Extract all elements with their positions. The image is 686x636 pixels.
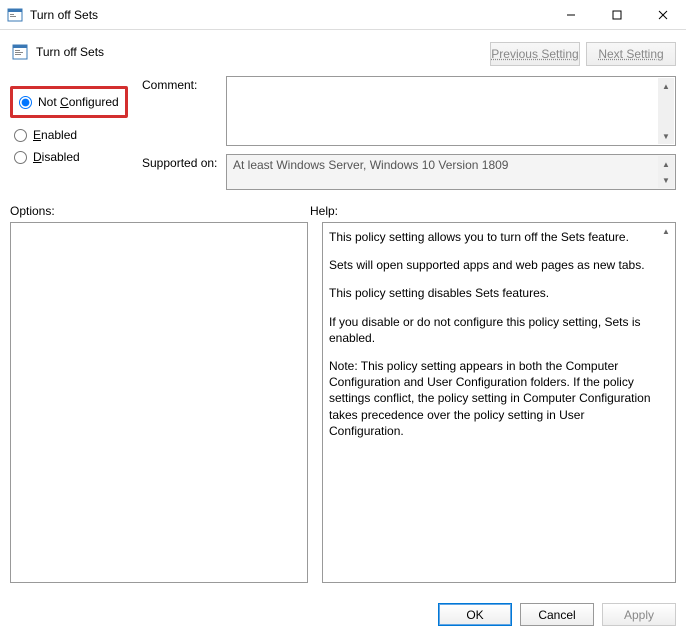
supported-label: Supported on: <box>142 154 220 170</box>
maximize-button[interactable] <box>594 0 640 30</box>
scroll-up-icon[interactable]: ▲ <box>658 78 674 94</box>
cancel-button[interactable]: Cancel <box>520 603 594 626</box>
page-title: Turn off Sets <box>36 45 104 59</box>
dialog-buttons: OK Cancel Apply <box>0 593 686 636</box>
previous-setting-button[interactable]: Previous Setting <box>490 42 580 66</box>
options-panel <box>10 222 308 583</box>
scroll-up-icon[interactable]: ▲ <box>658 224 674 240</box>
help-text: This policy setting allows you to turn o… <box>329 229 655 245</box>
help-scrollbar[interactable]: ▲ <box>658 224 674 581</box>
help-text: If you disable or do not configure this … <box>329 314 655 346</box>
radio-not-configured[interactable]: Not Configured <box>19 95 119 109</box>
help-text: Note: This policy setting appears in bot… <box>329 358 655 439</box>
comment-scrollbar[interactable]: ▲ ▼ <box>658 78 674 144</box>
radio-disabled-input[interactable] <box>14 151 27 164</box>
document-icon <box>10 42 30 62</box>
supported-on-box: At least Windows Server, Windows 10 Vers… <box>226 154 676 190</box>
scroll-up-icon[interactable]: ▲ <box>658 156 674 172</box>
help-text: This policy setting disables Sets featur… <box>329 285 655 301</box>
ok-button[interactable]: OK <box>438 603 512 626</box>
supported-scrollbar[interactable]: ▲ ▼ <box>658 156 674 188</box>
minimize-button[interactable] <box>548 0 594 30</box>
radio-disabled[interactable]: Disabled <box>14 150 142 164</box>
header: Turn off Sets <box>10 38 104 62</box>
highlight-not-configured: Not Configured <box>10 86 128 118</box>
next-setting-button[interactable]: Next Setting <box>586 42 676 66</box>
close-button[interactable] <box>640 0 686 30</box>
comment-label: Comment: <box>142 76 220 92</box>
supported-on-text: At least Windows Server, Windows 10 Vers… <box>233 158 508 172</box>
radio-enabled[interactable]: Enabled <box>14 128 142 142</box>
options-label: Options: <box>10 204 310 218</box>
scroll-down-icon[interactable]: ▼ <box>658 128 674 144</box>
comment-textarea[interactable]: ▲ ▼ <box>226 76 676 146</box>
help-panel: This policy setting allows you to turn o… <box>322 222 676 583</box>
titlebar: Turn off Sets <box>0 0 686 30</box>
window-title: Turn off Sets <box>30 8 548 22</box>
help-text: Sets will open supported apps and web pa… <box>329 257 655 273</box>
help-label: Help: <box>310 204 676 218</box>
apply-button[interactable]: Apply <box>602 603 676 626</box>
radio-enabled-input[interactable] <box>14 129 27 142</box>
app-icon <box>6 6 24 24</box>
radio-not-configured-input[interactable] <box>19 96 32 109</box>
scroll-down-icon[interactable]: ▼ <box>658 172 674 188</box>
